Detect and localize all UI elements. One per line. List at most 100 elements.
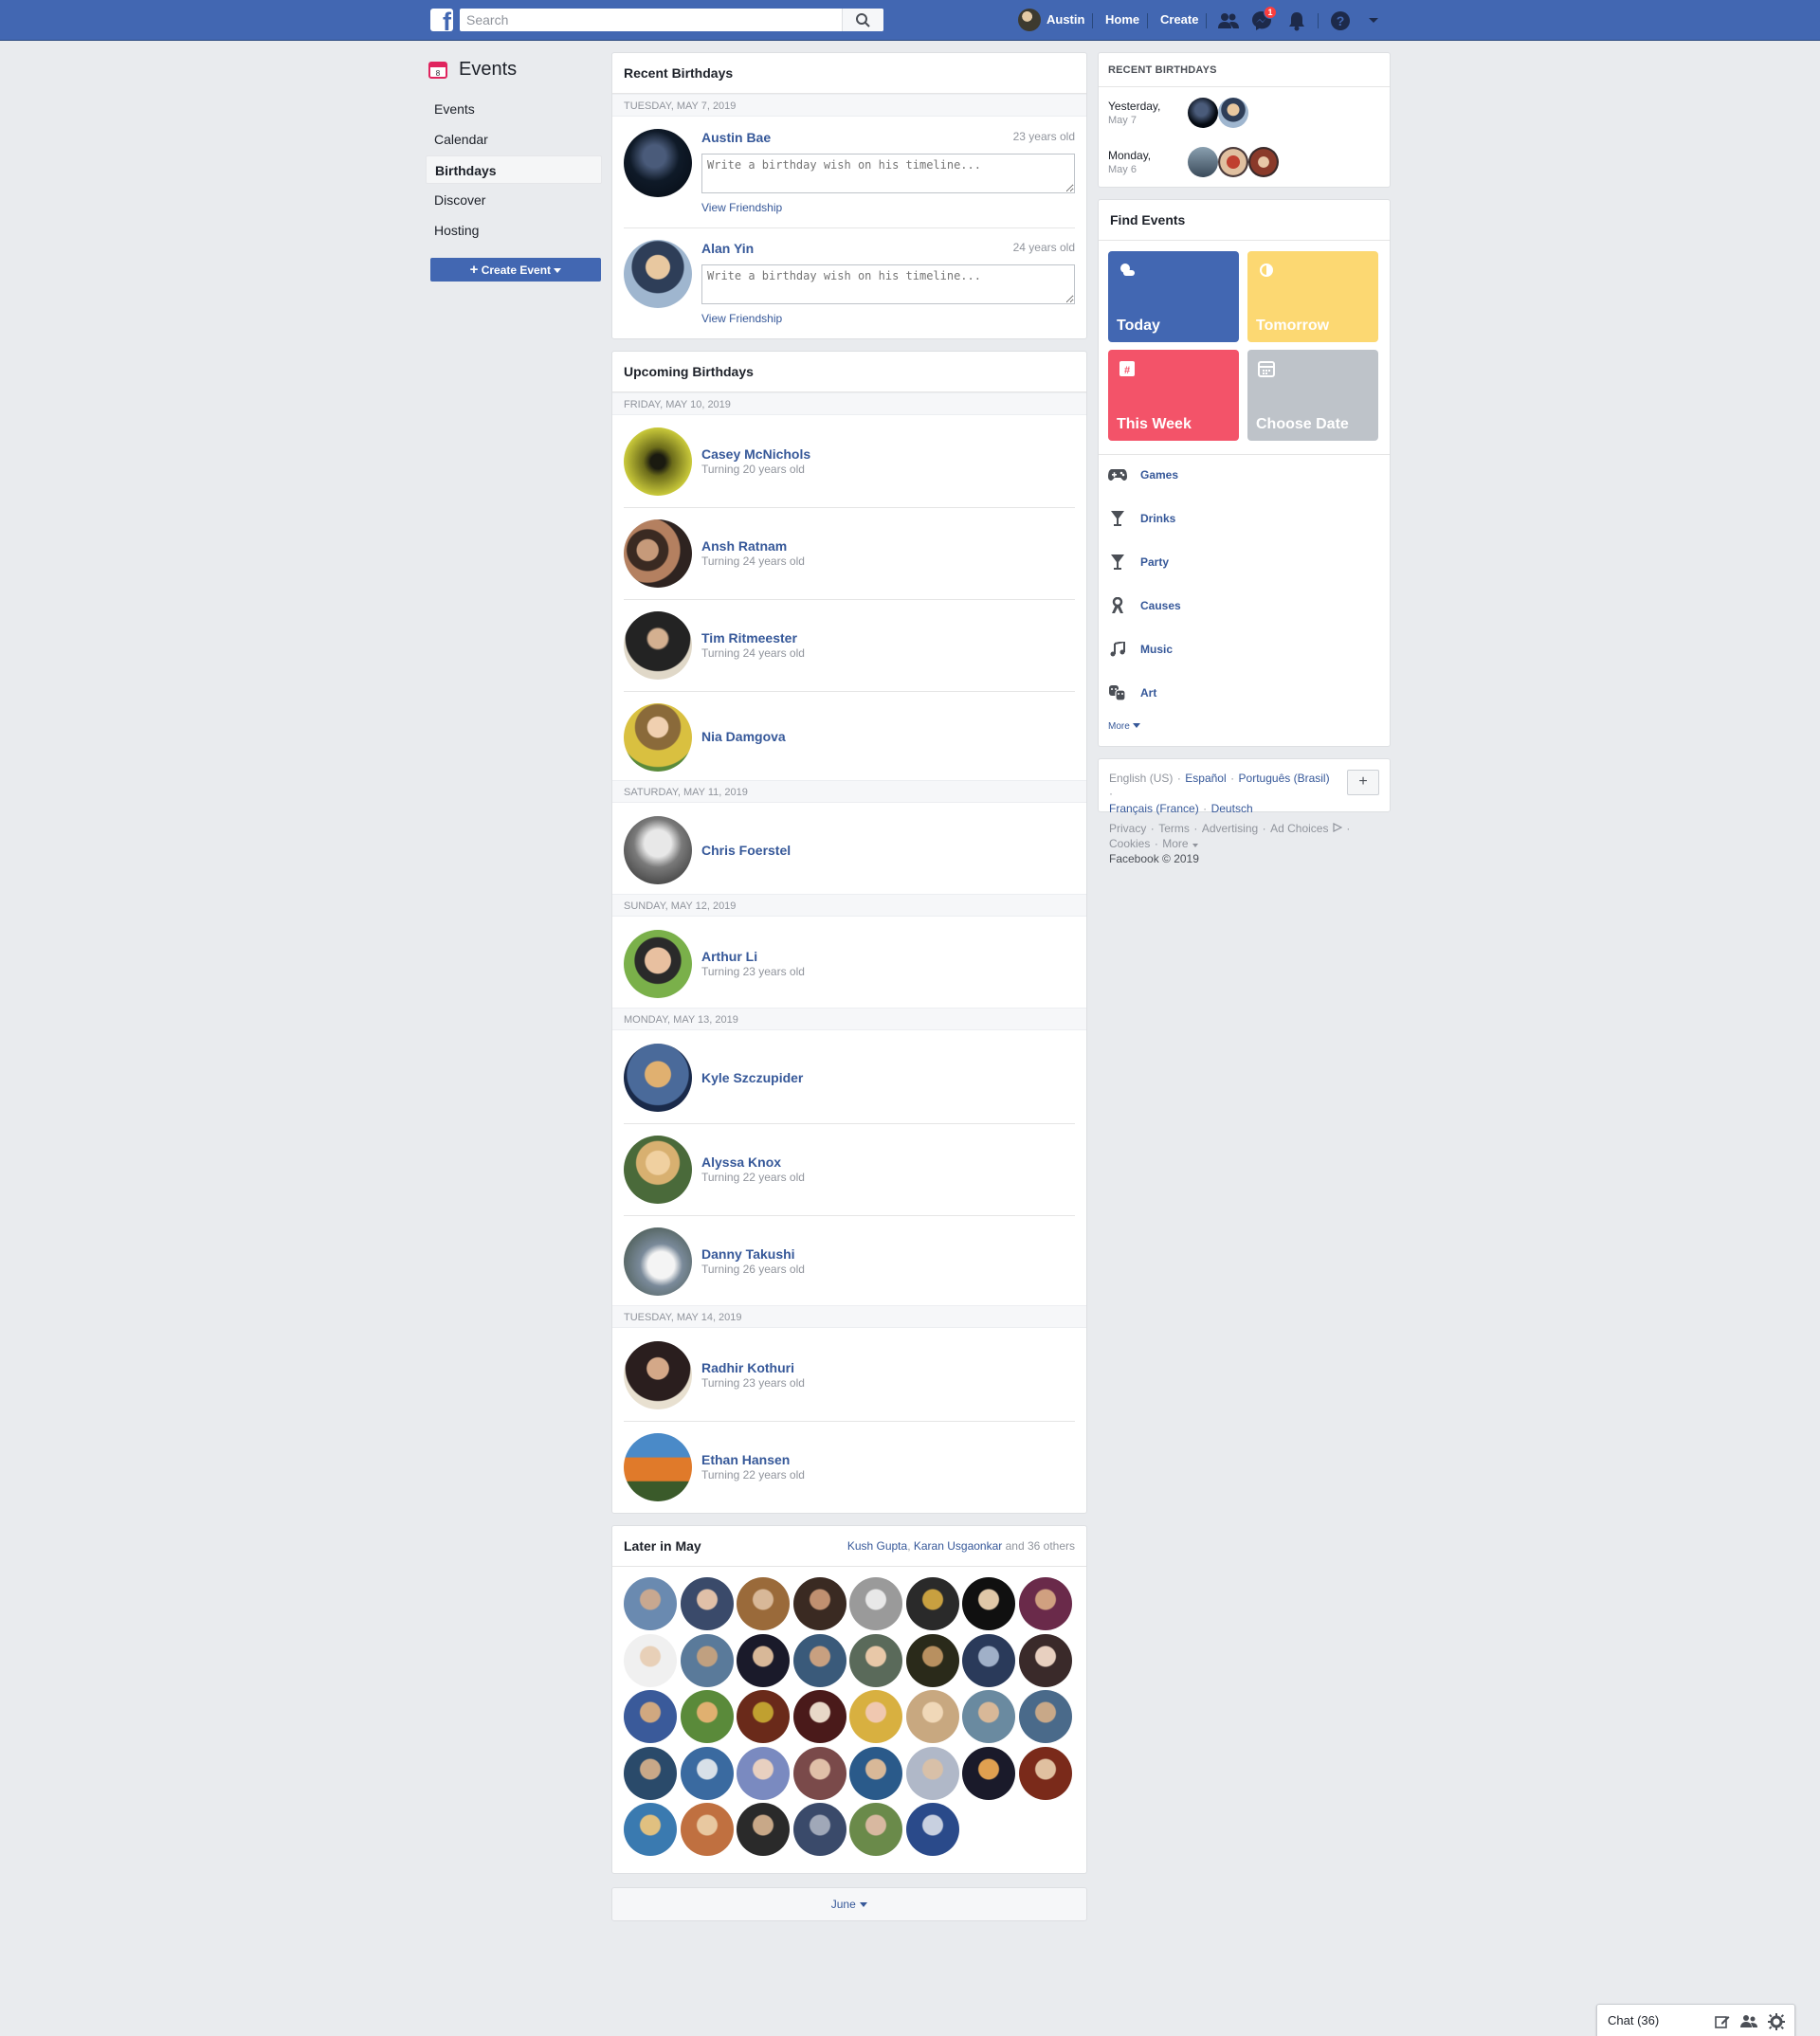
birthday-friend-avatar[interactable] [1018,1633,1072,1687]
avatar[interactable] [624,427,692,496]
facebook-logo-icon[interactable]: f [430,9,453,31]
avatar[interactable] [624,611,692,680]
june-button[interactable]: June [611,1887,1087,1921]
birthday-wish-input[interactable] [701,154,1075,193]
language-link[interactable]: Français (France) [1109,802,1199,815]
person-name[interactable]: Ethan Hansen [701,1452,790,1467]
sidebar-item-calendar[interactable]: Calendar [426,125,602,154]
avatar[interactable] [624,703,692,772]
create-link[interactable]: Create [1160,0,1198,41]
person-name[interactable]: Danny Takushi [701,1246,795,1262]
birthday-friend-avatar[interactable] [624,1746,677,1800]
category-art[interactable]: Art [1108,683,1156,702]
avatar[interactable] [1218,147,1248,177]
sidebar-item-hosting[interactable]: Hosting [426,216,602,245]
avatar[interactable] [624,930,692,998]
sidebar-item-birthdays[interactable]: Birthdays [426,155,602,184]
category-party[interactable]: Party [1108,553,1169,572]
chat-bar[interactable]: Chat (36) [1596,2004,1795,2036]
avatar[interactable] [624,1341,692,1409]
help-icon[interactable]: ? [1328,9,1353,33]
language-link[interactable]: Español [1185,772,1226,785]
birthday-friend-avatar[interactable] [792,1633,846,1687]
avatar[interactable] [1188,98,1218,128]
birthday-friend-avatar[interactable] [680,1633,734,1687]
ad-choices-link[interactable]: Ad Choices [1270,822,1328,835]
advertising-link[interactable]: Advertising [1202,822,1258,835]
avatar[interactable] [624,129,692,197]
avatar[interactable] [624,1044,692,1112]
birthday-friend-avatar[interactable] [624,1633,677,1687]
contacts-icon[interactable] [1740,2014,1757,2029]
birthday-friend-avatar[interactable] [905,1746,959,1800]
birthday-friend-avatar[interactable] [737,1803,790,1856]
birthday-friend-avatar[interactable] [792,1746,846,1800]
search-button[interactable] [842,9,883,31]
birthday-friend-avatar[interactable] [737,1633,790,1687]
birthday-friend-avatar[interactable] [737,1577,790,1630]
category-drinks[interactable]: Drinks [1108,509,1175,528]
language-link[interactable]: Português (Brasil) [1239,772,1330,785]
compose-message-icon[interactable] [1715,2014,1730,2029]
privacy-link[interactable]: Privacy [1109,822,1146,835]
category-causes[interactable]: Causes [1108,596,1181,615]
birthday-friend-avatar[interactable] [905,1577,959,1630]
birthday-friend-avatar[interactable] [962,1746,1015,1800]
person-name[interactable]: Nia Damgova [701,729,786,744]
birthday-friend-avatar[interactable] [905,1803,959,1856]
tile-today[interactable]: Today [1108,251,1239,342]
profile-avatar[interactable] [1018,9,1041,31]
person-name[interactable]: Alan Yin [701,241,754,256]
birthday-friend-avatar[interactable] [1018,1577,1072,1630]
birthday-friend-avatar[interactable] [680,1690,734,1743]
category-games[interactable]: Games [1108,465,1178,484]
home-link[interactable]: Home [1105,0,1139,41]
avatar[interactable] [624,519,692,588]
tile-choose-date[interactable]: Choose Date [1247,350,1378,441]
person-link[interactable]: Kush Gupta [847,1539,907,1553]
person-name[interactable]: Tim Ritmeester [701,630,797,645]
birthday-friend-avatar[interactable] [680,1577,734,1630]
person-name[interactable]: Radhir Kothuri [701,1360,794,1375]
tile-tomorrow[interactable]: Tomorrow [1247,251,1378,342]
birthday-friend-avatar[interactable] [849,1746,902,1800]
birthday-friend-avatar[interactable] [1018,1746,1072,1800]
birthday-friend-avatar[interactable] [624,1577,677,1630]
birthday-friend-avatar[interactable] [962,1690,1015,1743]
view-friendship-link[interactable]: View Friendship [701,201,782,214]
avatar[interactable] [1188,147,1218,177]
birthday-friend-avatar[interactable] [849,1633,902,1687]
avatar[interactable] [624,240,692,308]
birthday-friend-avatar[interactable] [962,1633,1015,1687]
add-language-plus-icon[interactable]: + [1347,770,1379,795]
birthday-friend-avatar[interactable] [792,1577,846,1630]
avatar[interactable] [1248,147,1279,177]
person-name[interactable]: Arthur Li [701,949,757,964]
account-menu-chevron-down-icon[interactable] [1361,9,1386,33]
person-name[interactable]: Casey McNichols [701,446,810,462]
avatar[interactable] [624,816,692,884]
birthday-friend-avatar[interactable] [792,1690,846,1743]
birthday-friend-avatar[interactable] [849,1577,902,1630]
category-music[interactable]: Music [1108,640,1173,659]
person-name[interactable]: Chris Foerstel [701,843,791,858]
terms-link[interactable]: Terms [1158,822,1190,835]
view-friendship-link[interactable]: View Friendship [701,312,782,325]
birthday-friend-avatar[interactable] [1018,1690,1072,1743]
birthday-friend-avatar[interactable] [680,1803,734,1856]
profile-link[interactable]: Austin [1046,0,1084,41]
sidebar-item-events[interactable]: Events [426,95,602,123]
person-name[interactable]: Ansh Ratnam [701,538,787,554]
birthday-friend-avatar[interactable] [680,1746,734,1800]
search-input[interactable] [460,9,839,31]
birthday-friend-avatar[interactable] [905,1633,959,1687]
birthday-friend-avatar[interactable] [849,1803,902,1856]
birthday-friend-avatar[interactable] [849,1690,902,1743]
birthday-friend-avatar[interactable] [624,1803,677,1856]
friend-requests-icon[interactable] [1216,9,1241,33]
cookies-link[interactable]: Cookies [1109,837,1150,850]
avatar[interactable] [624,1433,692,1501]
sidebar-item-discover[interactable]: Discover [426,186,602,214]
birthday-friend-avatar[interactable] [962,1577,1015,1630]
more-categories-link[interactable]: More [1108,721,1140,732]
